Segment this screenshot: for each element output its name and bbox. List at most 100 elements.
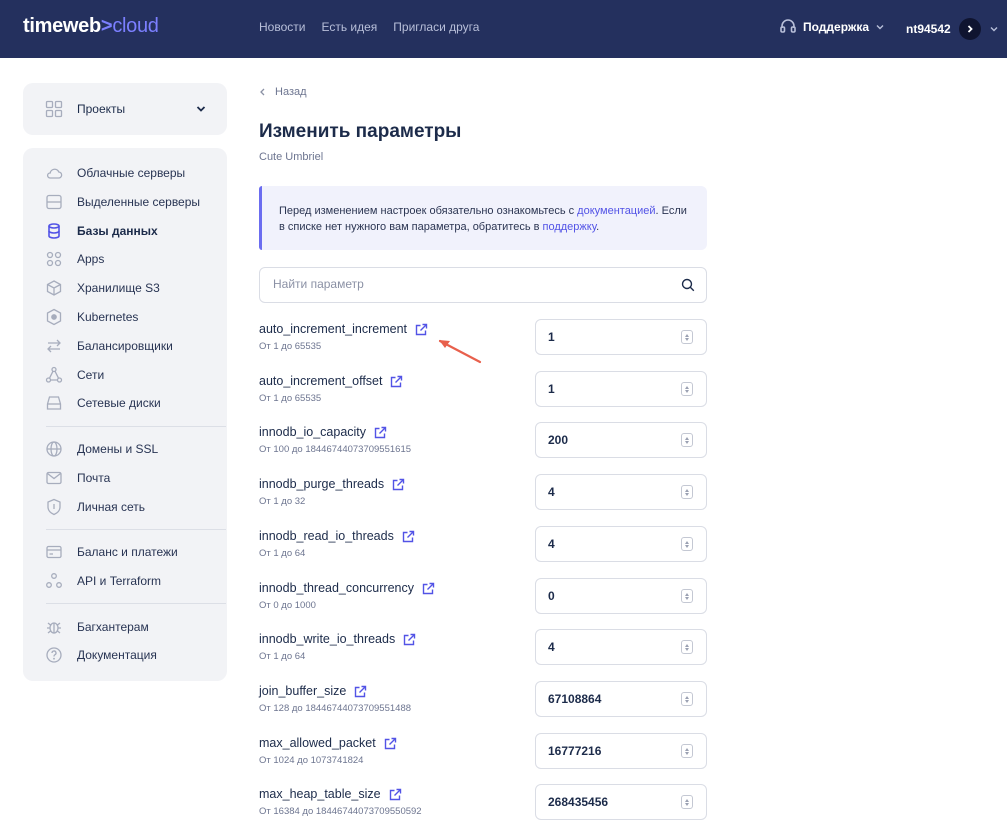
search-input[interactable] [273,277,663,291]
chevron-down-icon [876,25,884,30]
external-link-icon[interactable] [354,685,367,698]
sidebar-item-label: Документация [77,648,157,662]
stepper-icon[interactable] [681,589,693,603]
stepper-icon[interactable] [681,795,693,809]
stepper-icon[interactable] [681,744,693,758]
sidebar-item-label: API и Terraform [77,574,162,588]
external-link-icon[interactable] [422,582,435,595]
sidebar-item-balancers[interactable]: Балансировщики [23,336,227,356]
param-value-field [535,526,707,562]
param-name[interactable]: innodb_read_io_threads [259,529,415,543]
sidebar-item-kubernetes[interactable]: Kubernetes [23,307,227,327]
top-nav: Новости Есть идея Пригласи друга [259,20,479,34]
sidebar-item-mail[interactable]: Почта [23,468,227,488]
param-value-input[interactable] [548,433,668,447]
param-name[interactable]: auto_increment_offset [259,374,403,388]
param-search [259,267,707,303]
param-name[interactable]: max_allowed_packet [259,736,397,750]
support-menu[interactable]: Поддержка [779,18,885,36]
param-value-input[interactable] [548,744,668,758]
sidebar-item-network-disks[interactable]: Сетевые диски [23,393,227,413]
param-name[interactable]: join_buffer_size [259,684,367,698]
sidebar-item-private-network[interactable]: Личная сеть [23,497,227,517]
stepper-icon[interactable] [681,640,693,654]
sidebar-item-domains[interactable]: Домены и SSL [23,439,227,459]
param-name[interactable]: max_heap_table_size [259,787,402,801]
sidebar-item-apps[interactable]: Apps [23,249,227,269]
param-value-input[interactable] [548,382,668,396]
param-range: От 1024 до 1073741824 [259,755,364,766]
sidebar-item-api[interactable]: API и Terraform [23,571,227,591]
sidebar-item-label: Kubernetes [77,310,139,324]
sidebar-item-label: Багхантерам [77,620,149,634]
sidebar-item-networks[interactable]: Сети [23,365,227,385]
param-range: От 16384 до 18446744073709550592 [259,806,422,817]
param-value-input[interactable] [548,795,668,809]
param-name-text: auto_increment_increment [259,322,407,336]
param-name-text: innodb_purge_threads [259,477,385,491]
globe-icon [45,440,63,458]
back-link[interactable]: Назад [259,86,307,98]
sidebar-item-bug-bounty[interactable]: Багхантерам [23,617,227,637]
nav-link-news[interactable]: Новости [259,20,305,34]
param-row: innodb_io_capacity От 100 до 184467440737… [259,422,707,458]
sidebar-item-databases[interactable]: Базы данных [23,221,227,241]
sidebar-item-label: Apps [77,252,105,266]
support-link[interactable]: поддержку [543,221,597,233]
logo-cloud-text: cloud [112,15,159,37]
param-name[interactable]: innodb_thread_concurrency [259,581,435,595]
external-link-icon[interactable] [392,478,405,491]
param-range: От 1 до 65535 [259,393,322,404]
nav-link-invite[interactable]: Пригласи друга [393,20,479,34]
param-name[interactable]: innodb_io_capacity [259,425,387,439]
stepper-icon[interactable] [681,692,693,706]
chevron-down-icon [990,27,998,32]
external-link-icon[interactable] [403,633,416,646]
param-name-text: max_allowed_packet [259,736,376,750]
user-menu-button[interactable] [958,18,981,40]
stepper-icon[interactable] [681,382,693,396]
param-value-field [535,319,707,355]
param-value-input[interactable] [548,330,668,344]
nav-link-idea[interactable]: Есть идея [321,20,377,34]
chevron-left-icon [260,88,265,96]
projects-selector[interactable]: Проекты [23,83,227,135]
sidebar-item-billing[interactable]: Баланс и платежи [23,542,227,562]
user-menu[interactable]: nt94542 [906,18,999,40]
external-link-icon[interactable] [402,530,415,543]
param-range: От 1 до 64 [259,548,306,559]
logo-separator: > [100,15,113,37]
sidebar-menu: Облачные серверы Выделенные серверы Базы… [23,148,227,681]
storage-icon [45,279,63,297]
external-link-icon[interactable] [374,426,387,439]
param-value-input[interactable] [548,692,668,706]
external-link-icon[interactable] [389,788,402,801]
logo[interactable]: timeweb>cloud [23,15,159,38]
stepper-icon[interactable] [681,537,693,551]
param-value-input[interactable] [548,537,668,551]
external-link-icon[interactable] [384,737,397,750]
documentation-link[interactable]: документацией [577,205,655,217]
stepper-icon[interactable] [681,433,693,447]
disk-icon [45,394,63,412]
external-link-icon[interactable] [390,375,403,388]
sidebar-item-docs[interactable]: Документация [23,645,227,665]
stepper-icon[interactable] [681,485,693,499]
param-value-input[interactable] [548,485,668,499]
param-name[interactable]: auto_increment_increment [259,322,428,336]
sidebar-item-cloud-servers[interactable]: Облачные серверы [23,163,227,183]
param-value-input[interactable] [548,589,668,603]
database-icon [45,222,63,240]
sidebar-item-storage-s3[interactable]: Хранилище S3 [23,278,227,298]
param-name-text: innodb_thread_concurrency [259,581,414,595]
param-value-field [535,733,707,769]
param-name[interactable]: innodb_purge_threads [259,477,405,491]
param-name[interactable]: innodb_write_io_threads [259,632,416,646]
stepper-icon[interactable] [681,330,693,344]
cloud-icon [45,164,63,182]
param-row: auto_increment_offset От 1 до 65535 [259,371,707,407]
param-value-input[interactable] [548,640,668,654]
sidebar-item-dedicated-servers[interactable]: Выделенные серверы [23,192,227,212]
external-link-icon[interactable] [415,323,428,336]
search-icon[interactable] [681,278,695,292]
